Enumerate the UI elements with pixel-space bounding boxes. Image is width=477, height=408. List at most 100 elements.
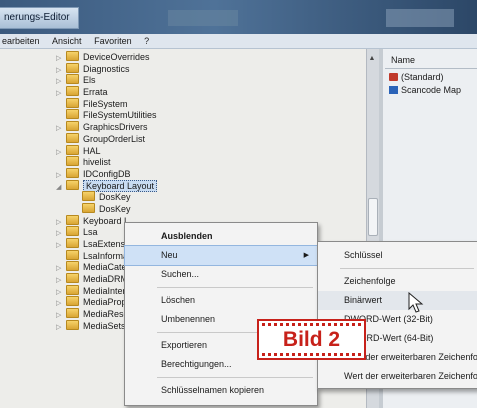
value-row[interactable]: Scancode Map: [389, 84, 461, 97]
column-header-name[interactable]: Name: [385, 52, 477, 69]
context-menu-item-label: Exportieren: [161, 340, 208, 350]
folder-icon: [66, 296, 79, 307]
folder-icon: [66, 74, 79, 85]
folder-icon: [66, 132, 79, 143]
context-menu-item[interactable]: Löschen: [125, 291, 317, 310]
tree-item[interactable]: ▷ Diagnostics: [0, 62, 378, 75]
context-menu-item[interactable]: Suchen...: [125, 265, 317, 284]
submenu-item[interactable]: Wert der erweiterbaren Zeichenfolge: [318, 367, 477, 386]
mouse-cursor-icon: [408, 292, 424, 313]
menu-separator: [157, 287, 313, 288]
tree-item-label: DeviceOverrides: [83, 52, 150, 62]
tree-item[interactable]: ▷ HAL: [0, 144, 378, 157]
submenu-item[interactable]: Zeichenfolge: [318, 272, 477, 291]
folder-icon: [66, 109, 79, 120]
folder-icon: [66, 273, 79, 284]
tree-item-label: MediaInterf: [83, 285, 129, 296]
context-menu-item-label: Ausblenden: [161, 231, 213, 241]
folder-icon: [66, 179, 79, 190]
tree-item-label: GraphicsDrivers: [83, 122, 148, 133]
tree-item-label: Els: [83, 75, 96, 86]
value-row[interactable]: (Standard): [389, 71, 444, 84]
submenu-item[interactable]: Binärwert: [318, 291, 477, 310]
scrollbar-thumb[interactable]: [368, 198, 378, 236]
menu-edit[interactable]: earbeiten: [2, 34, 40, 48]
folder-icon: [66, 156, 79, 167]
title-bar-decoration: [168, 10, 238, 26]
tree-item[interactable]: FileSystem: [0, 97, 378, 110]
value-name: Scancode Map: [401, 85, 462, 95]
tree-item-label: MediaSets: [83, 320, 126, 331]
folder-icon: [66, 319, 79, 330]
menu-separator: [157, 377, 313, 378]
tree-item-label: GroupOrderList: [83, 133, 146, 144]
expand-arrow-icon[interactable]: ◢: [56, 182, 66, 194]
title-bar-decoration: [386, 9, 454, 27]
expand-arrow-icon[interactable]: ▷: [56, 322, 66, 334]
folder-icon: [66, 86, 79, 97]
context-menu-item-label: Löschen: [161, 295, 196, 305]
folder-icon: [66, 167, 79, 178]
menu-view[interactable]: Ansicht: [52, 34, 82, 48]
tree-item-label: DosKey: [99, 203, 131, 214]
tree-item[interactable]: ▷ Els: [0, 74, 378, 86]
tree-item-label: Keyboard L: [83, 215, 130, 226]
tree-item[interactable]: ▷ GraphicsDrivers: [0, 121, 378, 133]
folder-icon: [66, 144, 79, 155]
tree-item[interactable]: ▷ Errata: [0, 86, 378, 98]
tree-item[interactable]: ▷ DeviceOverrides: [0, 51, 378, 63]
context-menu-item-label: Neu: [161, 250, 178, 260]
folder-icon: [66, 62, 79, 73]
context-menu-item-label: Berechtigungen...: [161, 359, 232, 369]
menu-bar: earbeiten Ansicht Favoriten ?: [0, 34, 477, 49]
folder-icon: [66, 97, 79, 108]
folder-icon: [66, 238, 79, 248]
context-menu: Ausblenden Neu ▶ Suchen... Löschen Umbenennen…: [124, 222, 318, 406]
folder-icon: [66, 249, 79, 260]
menu-favorites[interactable]: Favoriten: [94, 34, 132, 48]
tree-item-label: Errata: [83, 87, 108, 98]
context-menu-item[interactable]: Neu ▶: [124, 245, 318, 266]
tree-item[interactable]: FileSystemUtilities: [0, 109, 378, 121]
tree-item[interactable]: ▷ IDConfigDB: [0, 167, 378, 180]
string-value-icon: [389, 73, 398, 81]
menu-separator: [340, 268, 474, 269]
window-title: nerungs-Editor: [0, 7, 79, 29]
tree-item[interactable]: GroupOrderList: [0, 132, 378, 145]
folder-icon: [66, 214, 79, 225]
tree-item-label: Diagnostics: [83, 63, 130, 74]
value-name: (Standard): [401, 72, 444, 82]
menu-help[interactable]: ?: [144, 34, 149, 48]
binary-value-icon: [389, 86, 398, 94]
folder-icon: [82, 202, 95, 213]
tree-item-label: HAL: [83, 145, 101, 156]
tree-item-label: FileSystemUtilities: [83, 110, 157, 121]
folder-icon: [66, 121, 79, 132]
tree-item[interactable]: ◢ Keyboard Layout: [0, 179, 378, 194]
folder-icon: [82, 191, 95, 202]
folder-icon: [66, 284, 79, 295]
figure-caption-label: Bild 2: [257, 319, 366, 360]
submenu-item[interactable]: Schlüssel: [318, 246, 477, 265]
folder-icon: [66, 308, 79, 319]
tree-item[interactable]: hivelist: [0, 156, 378, 168]
tree-item-label: FileSystem: [83, 98, 128, 109]
scroll-up-icon[interactable]: ▲: [368, 55, 376, 63]
context-menu-item-label: Umbenennen: [161, 314, 216, 324]
context-menu-item[interactable]: Ausblenden: [125, 227, 317, 246]
tree-item-label: Keyboard Layout: [83, 179, 158, 192]
context-menu-item[interactable]: Schlüsselnamen kopieren: [125, 381, 317, 400]
context-menu-item-label: Suchen...: [161, 269, 200, 279]
tree-item-label: Lsa: [83, 227, 98, 238]
new-submenu: Schlüssel Zeichenfolge Binärwert DWORD-Wert…: [317, 241, 477, 389]
folder-icon: [66, 51, 79, 61]
tree-item-label: IDConfigDB: [83, 168, 131, 179]
tree-item-label: MediaDRM: [83, 274, 129, 285]
context-menu-item-label: Schlüsselnamen kopieren: [161, 385, 265, 395]
folder-icon: [66, 261, 79, 272]
submenu-arrow-icon: ▶: [303, 252, 309, 259]
tree-item-label: hivelist: [83, 157, 111, 168]
tree-item[interactable]: DosKey: [0, 202, 378, 215]
folder-icon: [66, 226, 79, 237]
tree-item-label: DosKey: [99, 192, 131, 203]
